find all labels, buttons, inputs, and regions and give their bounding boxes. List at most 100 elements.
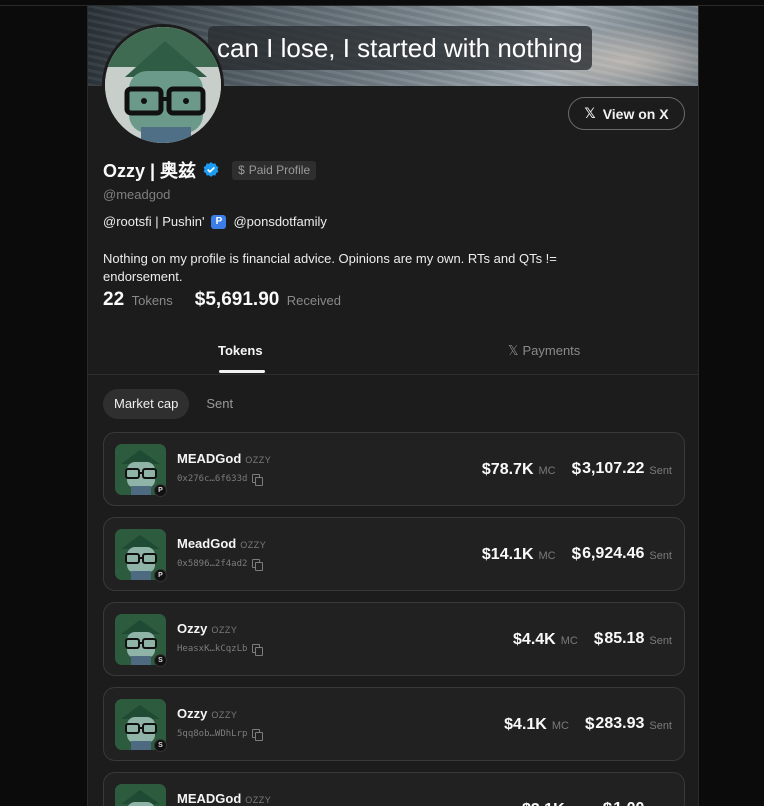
token-metrics: $4.1K MC $283.93 Sent xyxy=(504,714,672,734)
market-cap-label: MC xyxy=(551,720,569,732)
profile-avatar[interactable] xyxy=(102,24,224,146)
token-sent-amount-wrap: $6,924.46 xyxy=(572,544,645,564)
token-sent-amount-wrap: $1.00 xyxy=(603,799,645,806)
usdc-icon: $ xyxy=(238,163,245,177)
banner-caption: can I lose, I started with nothing xyxy=(208,26,592,70)
token-market-cap: $4.1K xyxy=(504,716,547,733)
chain-badge-icon: S xyxy=(154,739,167,752)
tab-x-payments[interactable]: 𝕏 Payments xyxy=(508,343,580,359)
token-name-row: Ozzy OZZY xyxy=(177,706,237,721)
copy-icon[interactable] xyxy=(252,559,264,571)
tokens-count: 22 xyxy=(103,289,125,310)
token-card[interactable]: P MEADGodOZZY $3.1K MC $1.00 Sent xyxy=(103,772,685,806)
sent-label: Sent xyxy=(649,720,672,732)
tab-tokens[interactable]: Tokens xyxy=(218,343,263,358)
token-sent-amount-wrap: $283.93 xyxy=(585,714,644,734)
profile-bio-line2: Nothing on my profile is financial advic… xyxy=(103,251,557,284)
token-metrics: $78.7K MC $3,107.22 Sent xyxy=(482,459,672,479)
x-logo-icon: 𝕏 xyxy=(508,343,519,358)
filter-market-cap[interactable]: Market cap xyxy=(103,389,190,419)
market-cap-label: MC xyxy=(538,465,556,477)
copy-icon[interactable] xyxy=(252,644,264,656)
tab-active-indicator xyxy=(219,370,265,373)
profile-handle: @meadgod xyxy=(103,187,171,202)
token-sent-amount: 283.93 xyxy=(595,715,645,732)
market-cap-label: MC xyxy=(538,550,556,562)
token-name: MEADGod xyxy=(177,791,242,806)
token-name-row: Ozzy OZZY xyxy=(177,621,237,636)
profile-tabs: Tokens 𝕏 Payments xyxy=(88,332,698,375)
token-market-cap: $14.1K xyxy=(481,546,534,563)
token-name-row: MEADGod OZZY xyxy=(177,791,271,806)
token-sent-amount: 85.18 xyxy=(604,630,645,647)
token-card[interactable]: S Ozzy OZZY 5qq8ob…WDhLrp $4.1K MC $283.9… xyxy=(103,687,685,761)
chain-badge-icon: P xyxy=(154,569,167,582)
paid-profile-badge: $ Paid Profile xyxy=(232,160,317,180)
token-card[interactable]: P MeadGod OZZY 0x5896…2f4ad2 $14.1K MC $6… xyxy=(103,517,685,591)
token-sent-amount: 3,107.22 xyxy=(582,460,645,477)
sent-label: Sent xyxy=(649,465,672,477)
profile-page: can I lose, I started with nothing 𝕏 Vie… xyxy=(87,6,699,806)
token-address: 5qq8ob…WDhLrp xyxy=(177,729,248,739)
token-ticker: OZZY xyxy=(211,625,238,635)
chain-badge-icon: P xyxy=(154,484,167,497)
token-sent-amount: 1.00 xyxy=(613,800,644,806)
x-logo-icon: 𝕏 xyxy=(584,105,596,121)
tab-payments-label: Payments xyxy=(522,343,581,358)
token-card[interactable]: P MEADGod OZZY 0x276c…6f633d $78.7K MC $3… xyxy=(103,432,685,506)
token-name-row: MEADGod OZZY xyxy=(177,451,271,466)
received-label: Received xyxy=(286,293,341,308)
token-sent-amount: 6,924.46 xyxy=(582,545,645,562)
chain-badge-icon: S xyxy=(154,654,167,667)
sent-label: Sent xyxy=(649,635,672,647)
token-name: MeadGod xyxy=(177,536,237,551)
received-amount: $5,691.90 xyxy=(194,289,280,310)
copy-icon[interactable] xyxy=(252,729,264,741)
token-address: HeasxK…kCqzLb xyxy=(177,644,248,654)
token-market-cap: $4.4K xyxy=(513,631,556,648)
usdc-icon: $ xyxy=(571,459,582,478)
token-sent-amount-wrap: $85.18 xyxy=(594,629,645,649)
tokens-stat: 22 Tokens xyxy=(103,289,173,311)
token-market-cap: $3.1K xyxy=(522,801,565,806)
usdc-icon: $ xyxy=(593,629,604,648)
token-address-row: 5qq8ob…WDhLrp xyxy=(177,729,264,741)
view-on-x-button[interactable]: 𝕏 View on X xyxy=(568,97,685,130)
token-ticker: OZZY xyxy=(245,795,272,805)
token-address-row: HeasxK…kCqzLb xyxy=(177,644,264,656)
filter-sent[interactable]: Sent xyxy=(195,389,244,419)
copy-icon[interactable] xyxy=(252,474,264,486)
sent-label: Sent xyxy=(649,550,672,562)
token-name: Ozzy xyxy=(177,706,208,721)
avatar-image xyxy=(105,27,221,143)
usdc-icon: $ xyxy=(603,799,612,806)
token-metrics: $4.4K MC $85.18 Sent xyxy=(513,629,672,649)
usdc-icon: $ xyxy=(571,544,582,563)
token-market-cap: $78.7K xyxy=(481,461,534,478)
received-stat: $5,691.90 Received xyxy=(195,289,341,311)
verified-badge-icon xyxy=(203,162,219,177)
token-avatar xyxy=(115,784,166,806)
usdc-icon: $ xyxy=(584,714,595,733)
token-name: Ozzy xyxy=(177,621,208,636)
sort-filters: Market cap Sent xyxy=(103,389,244,419)
bio-line1-part-b: @ponsdotfamily xyxy=(233,214,327,229)
profile-name: Ozzy | 奥兹 xyxy=(103,161,197,181)
token-address-row: 0x276c…6f633d xyxy=(177,474,264,486)
market-cap-label: MC xyxy=(560,635,578,647)
profile-bio-line1: @rootsfi | Pushin' P @ponsdotfamily xyxy=(103,214,327,229)
token-address: 0x276c…6f633d xyxy=(177,474,248,484)
parking-emoji-icon: P xyxy=(211,214,227,229)
profile-stats: 22 Tokens $5,691.90 Received xyxy=(103,289,341,311)
token-name-row: MeadGod OZZY xyxy=(177,536,266,551)
token-ticker: OZZY xyxy=(240,540,267,550)
view-on-x-label: View on X xyxy=(602,105,669,122)
bio-line1-part-a: @rootsfi | Pushin' xyxy=(103,214,205,229)
token-address-row: 0x5896…2f4ad2 xyxy=(177,559,264,571)
token-ticker: OZZY xyxy=(211,710,238,720)
token-sent-amount-wrap: $3,107.22 xyxy=(572,459,645,479)
token-card[interactable]: S Ozzy OZZY HeasxK…kCqzLb $4.4K MC $85.18… xyxy=(103,602,685,676)
tokens-count-label: Tokens xyxy=(131,293,173,308)
token-address: 0x5896…2f4ad2 xyxy=(177,559,248,569)
profile-name-row: Ozzy | 奥兹 $ Paid Profile xyxy=(103,157,317,183)
